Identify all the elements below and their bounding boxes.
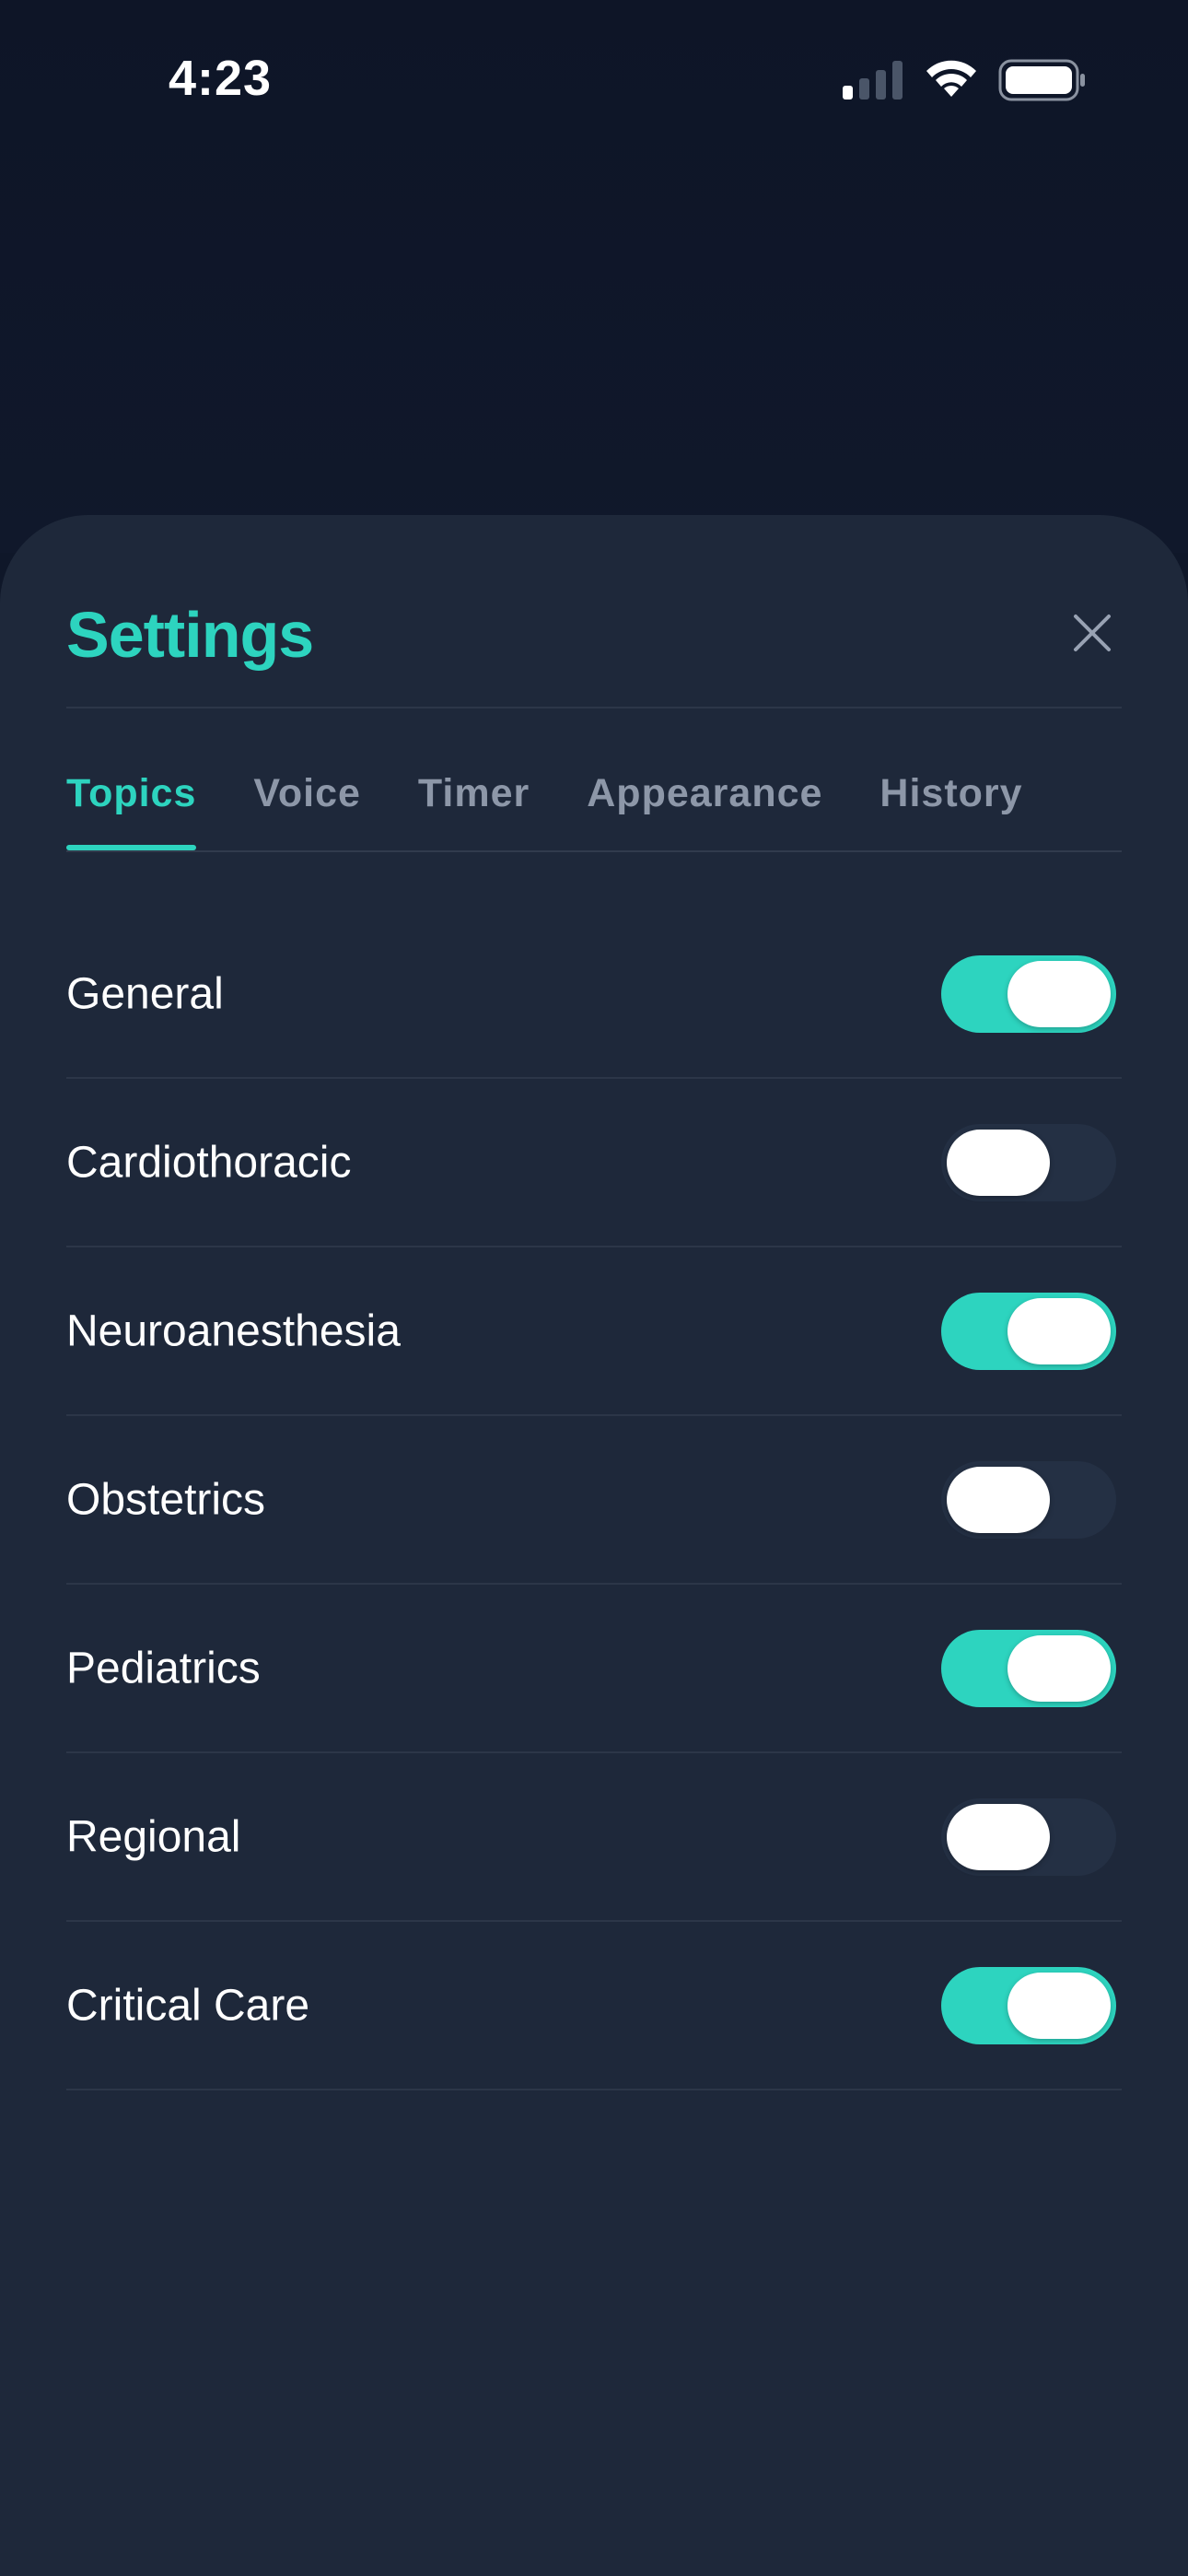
battery-icon xyxy=(998,59,1085,101)
wifi-icon xyxy=(926,60,976,97)
toggle-knob xyxy=(1007,1634,1111,1702)
sheet-header: Settings xyxy=(66,568,1122,708)
topic-row-regional: Regional xyxy=(66,1753,1122,1922)
toggle-cardiothoracic[interactable] xyxy=(941,1123,1116,1201)
topic-row-obstetrics: Obstetrics xyxy=(66,1416,1122,1585)
topic-list: General Cardiothoracic Neuroanesthesia O… xyxy=(66,910,1122,2090)
toggle-general[interactable] xyxy=(941,954,1116,1033)
toggle-pediatrics[interactable] xyxy=(941,1629,1116,1707)
toggle-knob xyxy=(947,1466,1050,1533)
topic-row-critical-care: Critical Care xyxy=(66,1922,1122,2090)
tab-timer[interactable]: Timer xyxy=(418,756,530,849)
toggle-neuroanesthesia[interactable] xyxy=(941,1292,1116,1370)
toggle-knob xyxy=(947,1129,1050,1196)
topic-label: Pediatrics xyxy=(66,1644,261,1692)
page-title: Settings xyxy=(66,599,314,671)
topic-row-neuroanesthesia: Neuroanesthesia xyxy=(66,1247,1122,1416)
close-icon[interactable] xyxy=(1065,605,1120,661)
topic-label: Regional xyxy=(66,1812,241,1861)
toggle-critical-care[interactable] xyxy=(941,1966,1116,2044)
tab-history[interactable]: History xyxy=(879,756,1022,849)
toggle-regional[interactable] xyxy=(941,1797,1116,1876)
topic-label: General xyxy=(66,969,224,1018)
tab-voice[interactable]: Voice xyxy=(253,756,361,849)
topic-label: Neuroanesthesia xyxy=(66,1306,401,1355)
topic-row-general: General xyxy=(66,910,1122,1079)
topic-label: Obstetrics xyxy=(66,1475,266,1524)
status-time: 4:23 xyxy=(169,51,273,106)
topic-label: Cardiothoracic xyxy=(66,1138,352,1187)
toggle-knob xyxy=(1007,960,1111,1027)
topic-label: Critical Care xyxy=(66,1981,310,2030)
tab-appearance[interactable]: Appearance xyxy=(587,756,822,849)
cellular-signal-icon xyxy=(843,61,903,100)
settings-sheet: Settings Topics Voice Timer Appearance H… xyxy=(0,515,1188,2576)
tab-topics[interactable]: Topics xyxy=(66,756,197,850)
topic-row-cardiothoracic: Cardiothoracic xyxy=(66,1079,1122,1247)
toggle-knob xyxy=(947,1803,1050,1870)
settings-tabs: Topics Voice Timer Appearance History xyxy=(66,756,1122,852)
toggle-knob xyxy=(1007,1972,1111,2039)
toggle-obstetrics[interactable] xyxy=(941,1460,1116,1539)
status-bar: 4:23 xyxy=(0,0,1188,161)
topic-row-pediatrics: Pediatrics xyxy=(66,1585,1122,1753)
toggle-knob xyxy=(1007,1297,1111,1364)
